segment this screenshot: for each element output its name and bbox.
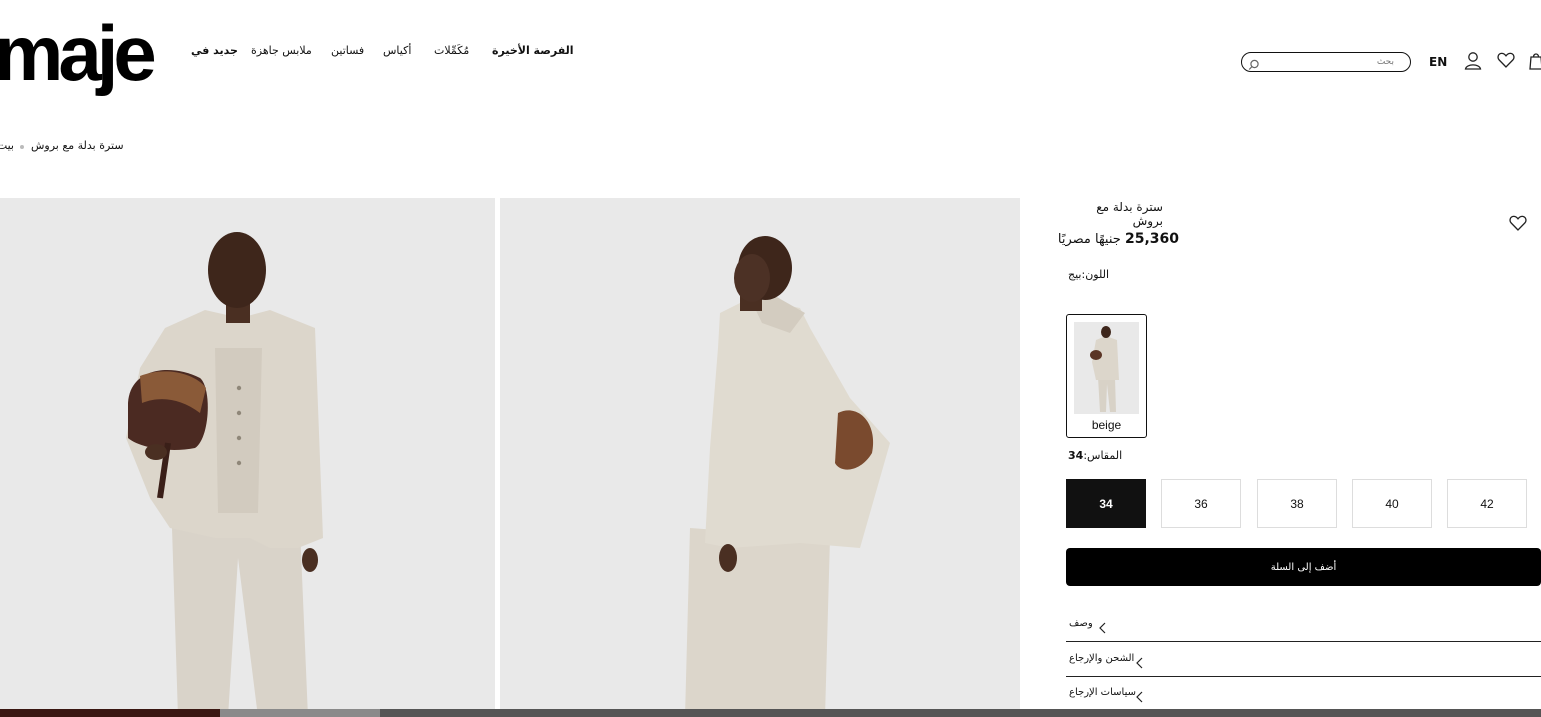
search-box[interactable] [1241, 52, 1411, 72]
chevron-left-icon [1135, 654, 1143, 673]
nav-item-accessories[interactable]: مُكَمِّلات [434, 44, 469, 57]
search-icon[interactable] [1248, 56, 1260, 75]
search-input[interactable] [1264, 54, 1394, 69]
bottom-strip-segment [0, 709, 220, 717]
size-value: 34 [1068, 449, 1084, 462]
nav-item-bags[interactable]: أكياس [383, 44, 411, 57]
brand-logo[interactable]: maje [0, 8, 157, 98]
accordion-shipping-label: الشحن والإرجاع [1069, 653, 1135, 664]
wishlist-icon[interactable] [1497, 51, 1515, 73]
size-option-36[interactable]: 36 [1161, 479, 1241, 528]
swatch-thumbnail [1074, 322, 1139, 414]
add-to-cart-button[interactable]: أضف إلى السلة [1066, 548, 1541, 586]
account-icon[interactable] [1464, 51, 1482, 75]
bag-icon[interactable] [1529, 51, 1541, 75]
product-wishlist-icon[interactable] [1509, 214, 1527, 236]
nav-item-new-in[interactable]: جديد في [191, 44, 238, 57]
product-price: 25,360 جنيهًا مصريًا [1058, 231, 1179, 247]
size-option-34[interactable]: 34 [1066, 479, 1146, 528]
nav-item-last-chance[interactable]: الفرصة الأخيرة [492, 44, 574, 57]
size-option-40[interactable]: 40 [1352, 479, 1432, 528]
chevron-left-icon [1135, 688, 1143, 707]
accordion-description[interactable]: وصف [1066, 608, 1541, 642]
product-image-side[interactable] [500, 198, 1020, 717]
breadcrumb-home[interactable]: بيت [0, 139, 14, 152]
language-switch[interactable]: EN [1429, 55, 1447, 69]
size-label: المقاس:34 [1068, 449, 1122, 462]
accordion-shipping-returns[interactable]: الشحن والإرجاع [1066, 643, 1541, 677]
color-label: اللون:بيج [1068, 268, 1109, 281]
swatch-name: beige [1091, 418, 1122, 432]
accordion-return-policies[interactable]: سياسات الإرجاع [1066, 677, 1541, 711]
color-swatch-beige[interactable]: beige [1066, 314, 1147, 438]
price-currency: جنيهًا مصريًا [1057, 232, 1121, 247]
size-option-42[interactable]: 42 [1447, 479, 1527, 528]
product-title: سترة بدلة مع بروش [1096, 200, 1163, 228]
accordion-returns-label: سياسات الإرجاع [1069, 687, 1136, 698]
product-image-front[interactable] [0, 198, 495, 717]
chevron-left-icon [1098, 619, 1106, 638]
breadcrumb-current: سترة بدلة مع بروش [31, 139, 124, 152]
bottom-strip-segment [220, 709, 380, 717]
price-value: 25,360 [1124, 231, 1179, 247]
accordion-description-label: وصف [1069, 618, 1093, 629]
nav-item-dresses[interactable]: فساتين [331, 44, 364, 57]
bottom-strip [0, 709, 1541, 717]
nav-item-ready-to-wear[interactable]: ملابس جاهزة [251, 44, 312, 57]
size-option-38[interactable]: 38 [1257, 479, 1337, 528]
breadcrumb-separator [20, 145, 24, 149]
color-value: بيج [1068, 268, 1082, 281]
color-label-text: اللون: [1081, 268, 1110, 281]
size-label-text: المقاس: [1083, 449, 1123, 462]
